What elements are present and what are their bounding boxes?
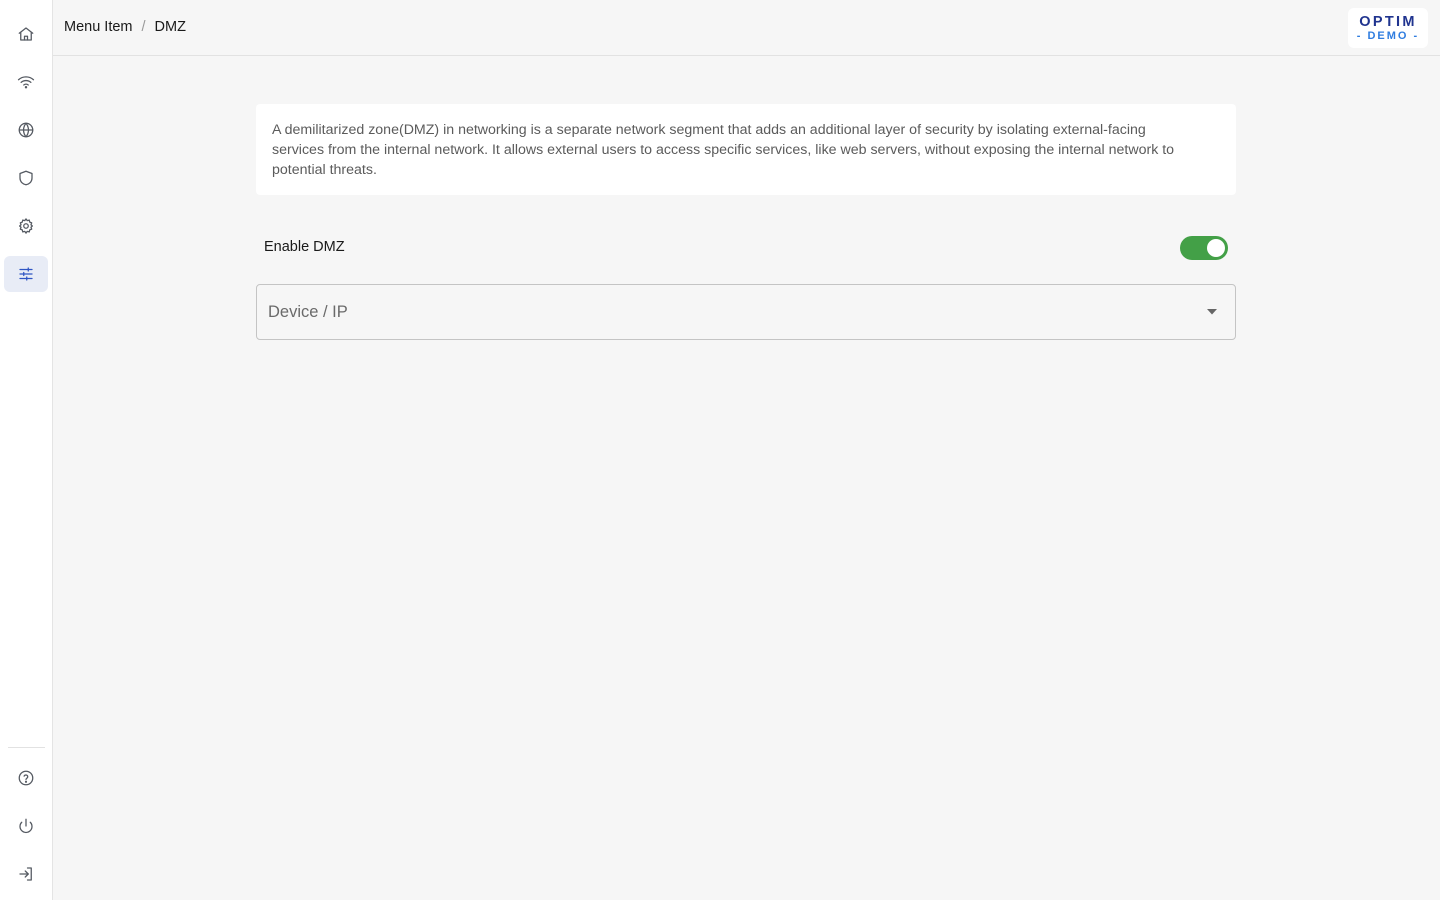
globe-icon [18, 122, 34, 138]
sidebar-item-settings[interactable] [4, 208, 48, 244]
sidebar-item-security[interactable] [4, 160, 48, 196]
enable-dmz-toggle[interactable] [1180, 236, 1228, 260]
logo-sub-text: - DEMO - [1356, 29, 1420, 42]
power-icon [19, 818, 33, 834]
breadcrumb: Menu Item / DMZ [64, 19, 186, 35]
wifi-icon [17, 76, 35, 89]
logout-icon [19, 867, 32, 881]
sidebar [0, 0, 53, 900]
device-ip-select[interactable]: Device / IP [256, 284, 1236, 340]
help-circle-icon [18, 770, 34, 786]
gear-icon [18, 218, 34, 234]
home-icon [18, 27, 34, 41]
shield-icon [19, 170, 33, 186]
sidebar-divider [8, 747, 45, 748]
sidebar-item-power[interactable] [4, 808, 48, 844]
breadcrumb-current: DMZ [154, 19, 186, 35]
brand-logo: OPTIM - DEMO - [1348, 8, 1428, 48]
sidebar-item-logout[interactable] [4, 856, 48, 892]
dmz-description: A demilitarized zone(DMZ) in networking … [256, 104, 1236, 195]
sliders-icon [19, 267, 33, 281]
sidebar-item-help[interactable] [4, 760, 48, 796]
enable-dmz-label: Enable DMZ [264, 239, 345, 255]
sidebar-item-internet[interactable] [4, 112, 48, 148]
sidebar-item-advanced[interactable] [4, 256, 48, 292]
sidebar-item-wifi[interactable] [4, 64, 48, 100]
logo-main-text: OPTIM [1359, 13, 1417, 30]
device-ip-placeholder: Device / IP [268, 303, 348, 321]
breadcrumb-parent[interactable]: Menu Item [64, 19, 133, 35]
toggle-knob [1207, 239, 1225, 257]
top-bar: Menu Item / DMZ OPTIM - DEMO - [53, 0, 1440, 56]
chevron-down-icon [1207, 309, 1217, 315]
sidebar-item-home[interactable] [4, 16, 48, 52]
breadcrumb-separator: / [141, 19, 146, 35]
